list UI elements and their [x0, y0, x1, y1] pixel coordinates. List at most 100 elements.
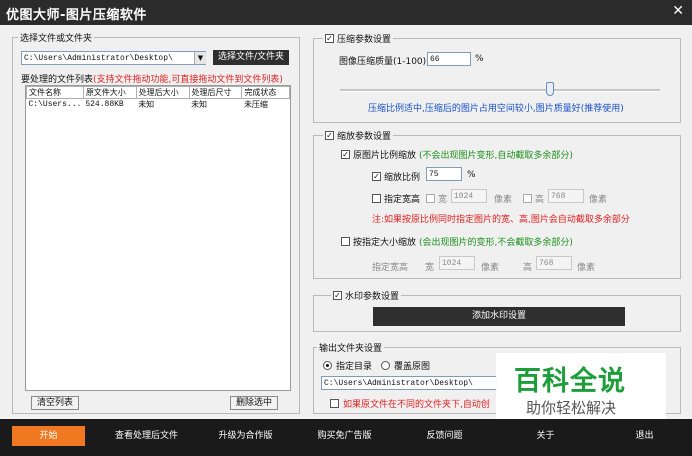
size-height-input[interactable]: 768	[536, 256, 572, 270]
size-mode-checkbox[interactable]	[341, 237, 350, 246]
slider-track	[340, 89, 660, 92]
output-dir-option[interactable]: 指定目录	[323, 359, 372, 372]
compression-enable-checkbox[interactable]: ✓	[325, 34, 334, 43]
view-processed-button[interactable]: 查看处理后文件	[110, 426, 183, 446]
ratio-mode-line: ✓ 原图片比例缩放 (不会出现图片变形,自动截取多余部分)	[341, 148, 573, 161]
quality-input[interactable]: 66	[427, 52, 471, 66]
output-path-input[interactable]: C:\Users\Administrator\Desktop\	[321, 376, 497, 390]
file-select-group-label: 选择文件或文件夹	[18, 31, 95, 44]
width-line: 宽	[426, 192, 447, 205]
file-list-hint: (支持文件拖动功能,可直接拖动文件到文件列表)	[93, 75, 283, 85]
fixed-size-checkbox[interactable]	[372, 194, 381, 203]
file-list[interactable]: 文件名称 原文件大小 处理后大小 处理后尺寸 完成状态 C:\Users... …	[25, 85, 291, 391]
output-path-value: C:\Users\Administrator\Desktop\	[324, 379, 473, 388]
size-mode-hint: (会出现图片的变形,不会截取多余部分)	[419, 238, 573, 248]
column-header[interactable]: 文件名称	[26, 86, 84, 99]
ratio-mode-checkbox[interactable]: ✓	[341, 150, 350, 159]
cell-original-size: 524.88KB	[85, 100, 124, 109]
quality-slider[interactable]	[340, 82, 660, 98]
ratio-mode-label: 原图片比例缩放	[353, 151, 417, 161]
compression-hint: 压缩比例适中,压缩后的图片占用空间较小,图片质量好(推荐使用)	[368, 104, 624, 114]
column-header[interactable]: 处理后尺寸	[188, 86, 243, 99]
size-label: 指定宽高	[372, 263, 409, 273]
output-dir-radio[interactable]	[323, 361, 332, 370]
ratio-checkbox[interactable]: ✓	[372, 172, 381, 181]
chevron-down-icon[interactable]: ▼	[194, 52, 206, 64]
ratio-mode-hint: (不会出现图片变形,自动截取多余部分)	[419, 151, 573, 161]
height-checkbox[interactable]	[523, 194, 532, 203]
keep-structure-checkbox[interactable]	[330, 399, 339, 408]
ratio-value: 75	[429, 170, 439, 179]
source-path-combo[interactable]: C:\Users\Administrator\Desktop\	[21, 51, 206, 65]
size-mode-label: 按指定大小缩放	[353, 238, 417, 248]
height-value: 768	[551, 192, 566, 201]
slider-thumb[interactable]	[546, 82, 554, 96]
height-unit: 像素	[589, 195, 608, 205]
column-header[interactable]: 完成状态	[241, 86, 290, 99]
scale-enable-checkbox[interactable]: ✓	[325, 131, 334, 140]
file-table: 文件名称 原文件大小 处理后大小 处理后尺寸 完成状态 C:\Users... …	[26, 86, 290, 110]
brand-watermark: 百科全说 助你轻松解决	[496, 353, 666, 428]
table-header-row: 文件名称 原文件大小 处理后大小 处理后尺寸 完成状态	[26, 86, 290, 99]
width-checkbox[interactable]	[426, 194, 435, 203]
column-header[interactable]: 处理后大小	[135, 86, 190, 99]
size-height-unit: 像素	[577, 263, 596, 273]
brand-main-text: 百科全说	[514, 366, 626, 397]
ratio-line: ✓ 缩放比例	[372, 170, 420, 183]
scale-group-label: 缩放参数设置	[337, 132, 392, 142]
quality-unit: %	[475, 54, 484, 64]
window-title: 优图大师-图片压缩软件	[6, 8, 147, 23]
exit-button[interactable]: 退出	[608, 426, 681, 446]
height-input[interactable]: 768	[548, 189, 584, 203]
quality-value: 66	[430, 55, 440, 64]
watermark-enable-checkbox[interactable]: ✓	[333, 291, 342, 300]
file-list-label: 要处理的文件列表	[21, 75, 94, 85]
select-file-button[interactable]: 选择文件/文件夹	[213, 50, 289, 65]
width-label: 宽	[438, 195, 448, 205]
feedback-button[interactable]: 反馈问题	[408, 426, 481, 446]
size-width-unit: 像素	[481, 263, 500, 273]
overwrite-option[interactable]: 覆盖原图	[381, 359, 430, 372]
fixed-size-line: 指定宽高	[372, 192, 420, 205]
column-header[interactable]: 原文件大小	[82, 86, 137, 99]
overwrite-radio[interactable]	[381, 361, 390, 370]
watermark-group-label: 水印参数设置	[345, 292, 400, 302]
size-height-value: 768	[539, 259, 554, 268]
width-unit: 像素	[494, 195, 513, 205]
clear-list-button[interactable]: 清空列表	[31, 396, 79, 410]
compression-group-label: 压缩参数设置	[337, 35, 392, 45]
table-row[interactable]: C:\Users... 524.88KB 未知 未知 未压缩	[27, 99, 290, 111]
size-width-label: 宽	[425, 263, 435, 273]
size-height-label: 高	[523, 263, 533, 273]
close-icon[interactable]: ✕	[672, 3, 684, 19]
ratio-input[interactable]: 75	[426, 167, 462, 181]
cell-processed-size: 未知	[138, 100, 155, 109]
height-label: 高	[535, 195, 545, 205]
width-value: 1024	[454, 192, 474, 201]
size-width-value: 1024	[442, 259, 462, 268]
cell-status: 未压缩	[243, 100, 268, 109]
fixed-size-label: 指定宽高	[384, 195, 421, 205]
file-list-label-line: 要处理的文件列表(支持文件拖动功能,可直接拖动文件到文件列表)	[21, 72, 283, 85]
scale-group-header: ✓ 缩放参数设置	[323, 129, 394, 142]
brand-sub-text: 助你轻松解决	[526, 399, 617, 417]
size-width-input[interactable]: 1024	[439, 256, 475, 270]
watermark-group-header: ✓ 水印参数设置	[331, 289, 402, 302]
width-input[interactable]: 1024	[451, 189, 487, 203]
overwrite-label: 覆盖原图	[394, 362, 431, 372]
about-button[interactable]: 关于	[509, 426, 582, 446]
upgrade-button[interactable]: 升级为合作版	[209, 426, 282, 446]
output-group-label: 输出文件夹设置	[317, 341, 385, 354]
cell-processed-dimensions: 未知	[191, 100, 208, 109]
add-watermark-button[interactable]: 添加水印设置	[373, 307, 625, 326]
output-dir-label: 指定目录	[336, 362, 373, 372]
compression-group-header: ✓ 压缩参数设置	[323, 32, 394, 45]
start-button[interactable]: 开始	[12, 426, 85, 446]
keep-structure-line: 如果原文件在不同的文件夹下,自动创	[330, 397, 490, 410]
scale-note: 注:如果按原比例同时指定图片的宽、高,图片会自动截取多余部分	[372, 215, 630, 225]
height-line: 高	[523, 192, 544, 205]
size-mode-line: 按指定大小缩放 (会出现图片的变形,不会截取多余部分)	[341, 235, 573, 248]
buy-adfree-button[interactable]: 购买免广告版	[308, 426, 381, 446]
delete-selected-button[interactable]: 删除选中	[230, 396, 278, 410]
cell-filename: C:\Users...	[28, 100, 82, 109]
